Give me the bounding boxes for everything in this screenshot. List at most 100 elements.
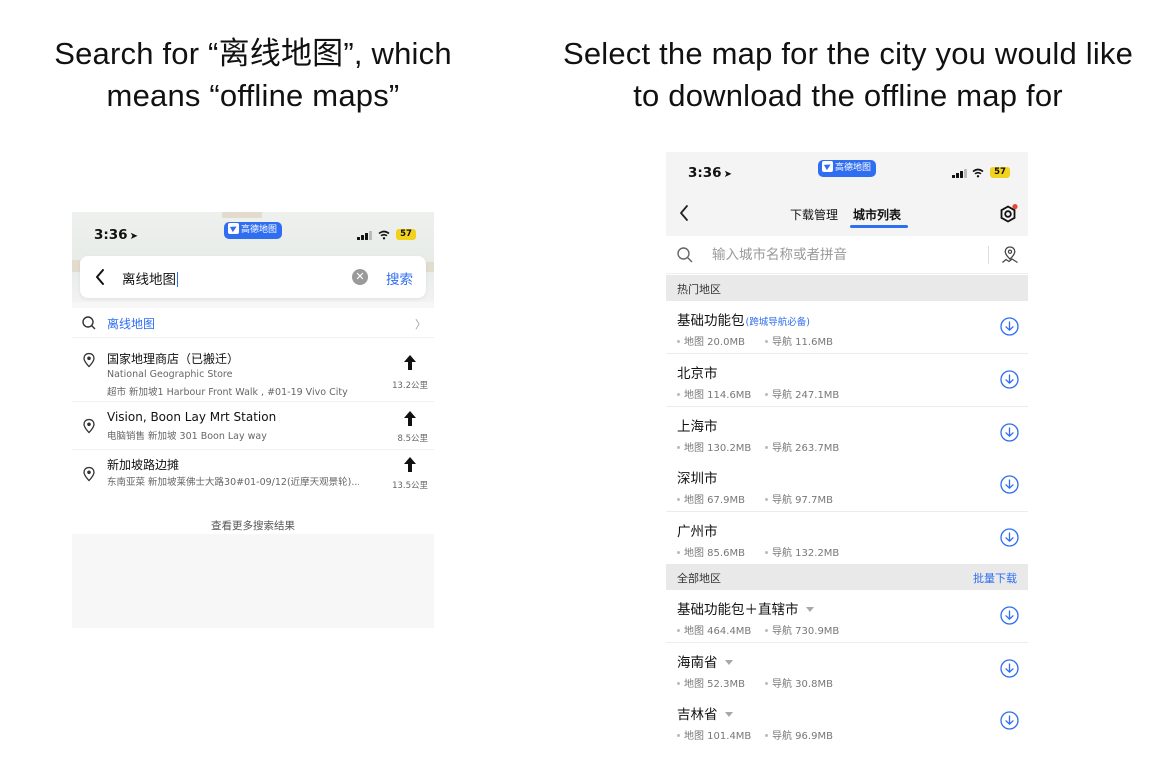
region-row[interactable]: 基础功能包＋直辖市 地图 464.4MB 导航 730.9MB	[666, 590, 1028, 643]
result-distance: 13.5公里	[392, 481, 428, 491]
map-size: 地图 67.9MB	[677, 491, 745, 506]
back-chevron-icon[interactable]	[678, 204, 690, 222]
tab-city-list[interactable]: 城市列表	[853, 206, 901, 223]
city-tag: (跨城导航必备)	[745, 317, 810, 328]
search-input[interactable]: 离线地图	[122, 268, 178, 288]
nav-size: 导航 11.6MB	[765, 333, 833, 348]
top-bar: 3:36 ➤ 高德地图 57 下载管理 城市列表	[666, 152, 1028, 236]
navigate-arrow-icon[interactable]	[400, 455, 420, 475]
search-icon	[677, 247, 693, 263]
all-section-header: 全部地区 批量下载	[666, 564, 1028, 590]
expand-caret-icon[interactable]	[805, 607, 814, 612]
region-row[interactable]: 海南省 地图 52.3MB 导航 30.8MB	[666, 643, 1028, 696]
city-name: 深圳市	[677, 471, 718, 487]
settings-icon[interactable]	[998, 204, 1018, 224]
result-row[interactable]: 新加坡路边摊 东南亚菜 新加坡莱佛士大路30#01-09/12(近摩天观景轮).…	[72, 452, 434, 498]
back-chevron-icon[interactable]	[94, 268, 106, 286]
search-bar: 离线地图 ✕ 搜索	[80, 256, 426, 298]
location-arrow-icon: ➤	[129, 231, 138, 242]
map-size: 地图 85.6MB	[677, 544, 745, 559]
tab-download-manager[interactable]: 下载管理	[790, 206, 838, 223]
map-size: 地图 20.0MB	[677, 333, 745, 348]
navigate-arrow-icon[interactable]	[400, 409, 420, 429]
result-title: 新加坡路边摊	[107, 458, 180, 472]
download-icon[interactable]	[1000, 711, 1019, 730]
map-size: 地图 101.4MB	[677, 727, 751, 742]
clear-icon[interactable]: ✕	[352, 269, 368, 285]
city-search-bar	[666, 236, 1028, 274]
suggestion-text: 离线地图	[107, 317, 156, 331]
location-arrow-icon: ➤	[723, 169, 732, 180]
nav-size: 导航 263.7MB	[765, 439, 839, 454]
download-icon[interactable]	[1000, 659, 1019, 678]
download-icon[interactable]	[1000, 317, 1019, 336]
result-distance: 8.5公里	[397, 434, 428, 444]
nav-size: 导航 97.7MB	[765, 491, 833, 506]
download-icon[interactable]	[1000, 370, 1019, 389]
result-detail: 东南亚菜 新加坡莱佛士大路30#01-09/12(近摩天观景轮)...	[107, 477, 359, 488]
more-results-link[interactable]: 查看更多搜索结果	[72, 518, 434, 533]
region-name: 海南省	[677, 651, 733, 671]
app-badge: 高德地图	[818, 160, 877, 177]
nav-size: 导航 132.2MB	[765, 544, 839, 559]
download-icon[interactable]	[1000, 423, 1019, 442]
result-row[interactable]: Vision, Boon Lay Mrt Station 电脑销售 新加坡 30…	[72, 404, 434, 450]
search-button[interactable]: 搜索	[386, 268, 413, 288]
locate-city-icon[interactable]	[1000, 245, 1020, 265]
expand-caret-icon[interactable]	[724, 712, 733, 717]
app-badge: 高德地图	[224, 222, 283, 239]
download-icon[interactable]	[1000, 606, 1019, 625]
map-size: 地图 114.6MB	[677, 386, 751, 401]
nav-size: 导航 96.9MB	[765, 727, 833, 742]
batch-download-button[interactable]: 批量下载	[973, 570, 1017, 586]
wifi-icon	[972, 168, 984, 178]
battery-indicator: 57	[396, 229, 416, 240]
city-name: 上海市	[677, 419, 718, 435]
city-row[interactable]: 深圳市 地图 67.9MB 导航 97.7MB	[666, 459, 1028, 512]
search-results: 离线地图 〉 国家地理商店（已搬迁） National Geographic S…	[72, 308, 434, 534]
city-row[interactable]: 基础功能包(跨城导航必备) 地图 20.0MB 导航 11.6MB	[666, 301, 1028, 354]
signal-icon	[357, 230, 372, 240]
location-pin-icon	[83, 352, 95, 368]
city-name: 广州市	[677, 524, 718, 540]
suggestion-row[interactable]: 离线地图 〉	[72, 308, 434, 338]
amap-logo-icon	[228, 223, 239, 234]
nav-size: 导航 730.9MB	[765, 622, 839, 637]
download-icon[interactable]	[1000, 528, 1019, 547]
map-size: 地图 464.4MB	[677, 622, 751, 637]
result-row[interactable]: 国家地理商店（已搬迁） National Geographic Store 超市…	[72, 340, 434, 402]
amap-logo-icon	[822, 161, 833, 172]
expand-caret-icon[interactable]	[724, 660, 733, 665]
region-name: 基础功能包＋直辖市	[677, 598, 814, 618]
location-pin-icon	[83, 466, 95, 482]
result-distance: 13.2公里	[392, 381, 428, 391]
active-tab-indicator	[850, 225, 908, 228]
download-icon[interactable]	[1000, 475, 1019, 494]
result-title: 国家地理商店（已搬迁）	[107, 352, 240, 366]
city-name: 北京市	[677, 366, 718, 382]
left-caption: Search for “离线地图”, which means “offline …	[54, 36, 452, 113]
location-pin-icon	[83, 418, 95, 434]
right-caption: Select the map for the city you would li…	[562, 36, 1134, 113]
nav-size: 导航 247.1MB	[765, 386, 839, 401]
section-label: 全部地区	[677, 572, 721, 585]
divider	[988, 246, 989, 264]
city-row[interactable]: 广州市 地图 85.6MB 导航 132.2MB	[666, 512, 1028, 565]
status-time: 3:36 ➤	[688, 165, 732, 181]
navigate-arrow-icon[interactable]	[400, 353, 420, 373]
city-search-input[interactable]	[712, 244, 982, 266]
result-detail: 超市 新加坡1 Harbour Front Walk , #01-19 Vivo…	[107, 387, 348, 398]
nav-size: 导航 30.8MB	[765, 675, 833, 690]
map-size: 地图 52.3MB	[677, 675, 745, 690]
map-size: 地图 130.2MB	[677, 439, 751, 454]
result-title: Vision, Boon Lay Mrt Station	[107, 410, 277, 424]
wifi-icon	[378, 230, 390, 240]
city-list-screen: 3:36➤ 高德地图 57 下载管理 城市列表 热门地区 基础功能包(跨城导航必…	[666, 152, 1028, 748]
city-row[interactable]: 北京市 地图 114.6MB 导航 247.1MB	[666, 354, 1028, 407]
region-row[interactable]: 吉林省 地图 101.4MB 导航 96.9MB	[666, 695, 1028, 748]
city-row[interactable]: 上海市 地图 130.2MB 导航 263.7MB	[666, 407, 1028, 460]
result-detail: 电脑销售 新加坡 301 Boon Lay way	[107, 431, 267, 442]
search-icon	[82, 316, 96, 330]
result-subtitle: National Geographic Store	[107, 369, 233, 380]
status-time: 3:36 ➤	[94, 227, 138, 243]
